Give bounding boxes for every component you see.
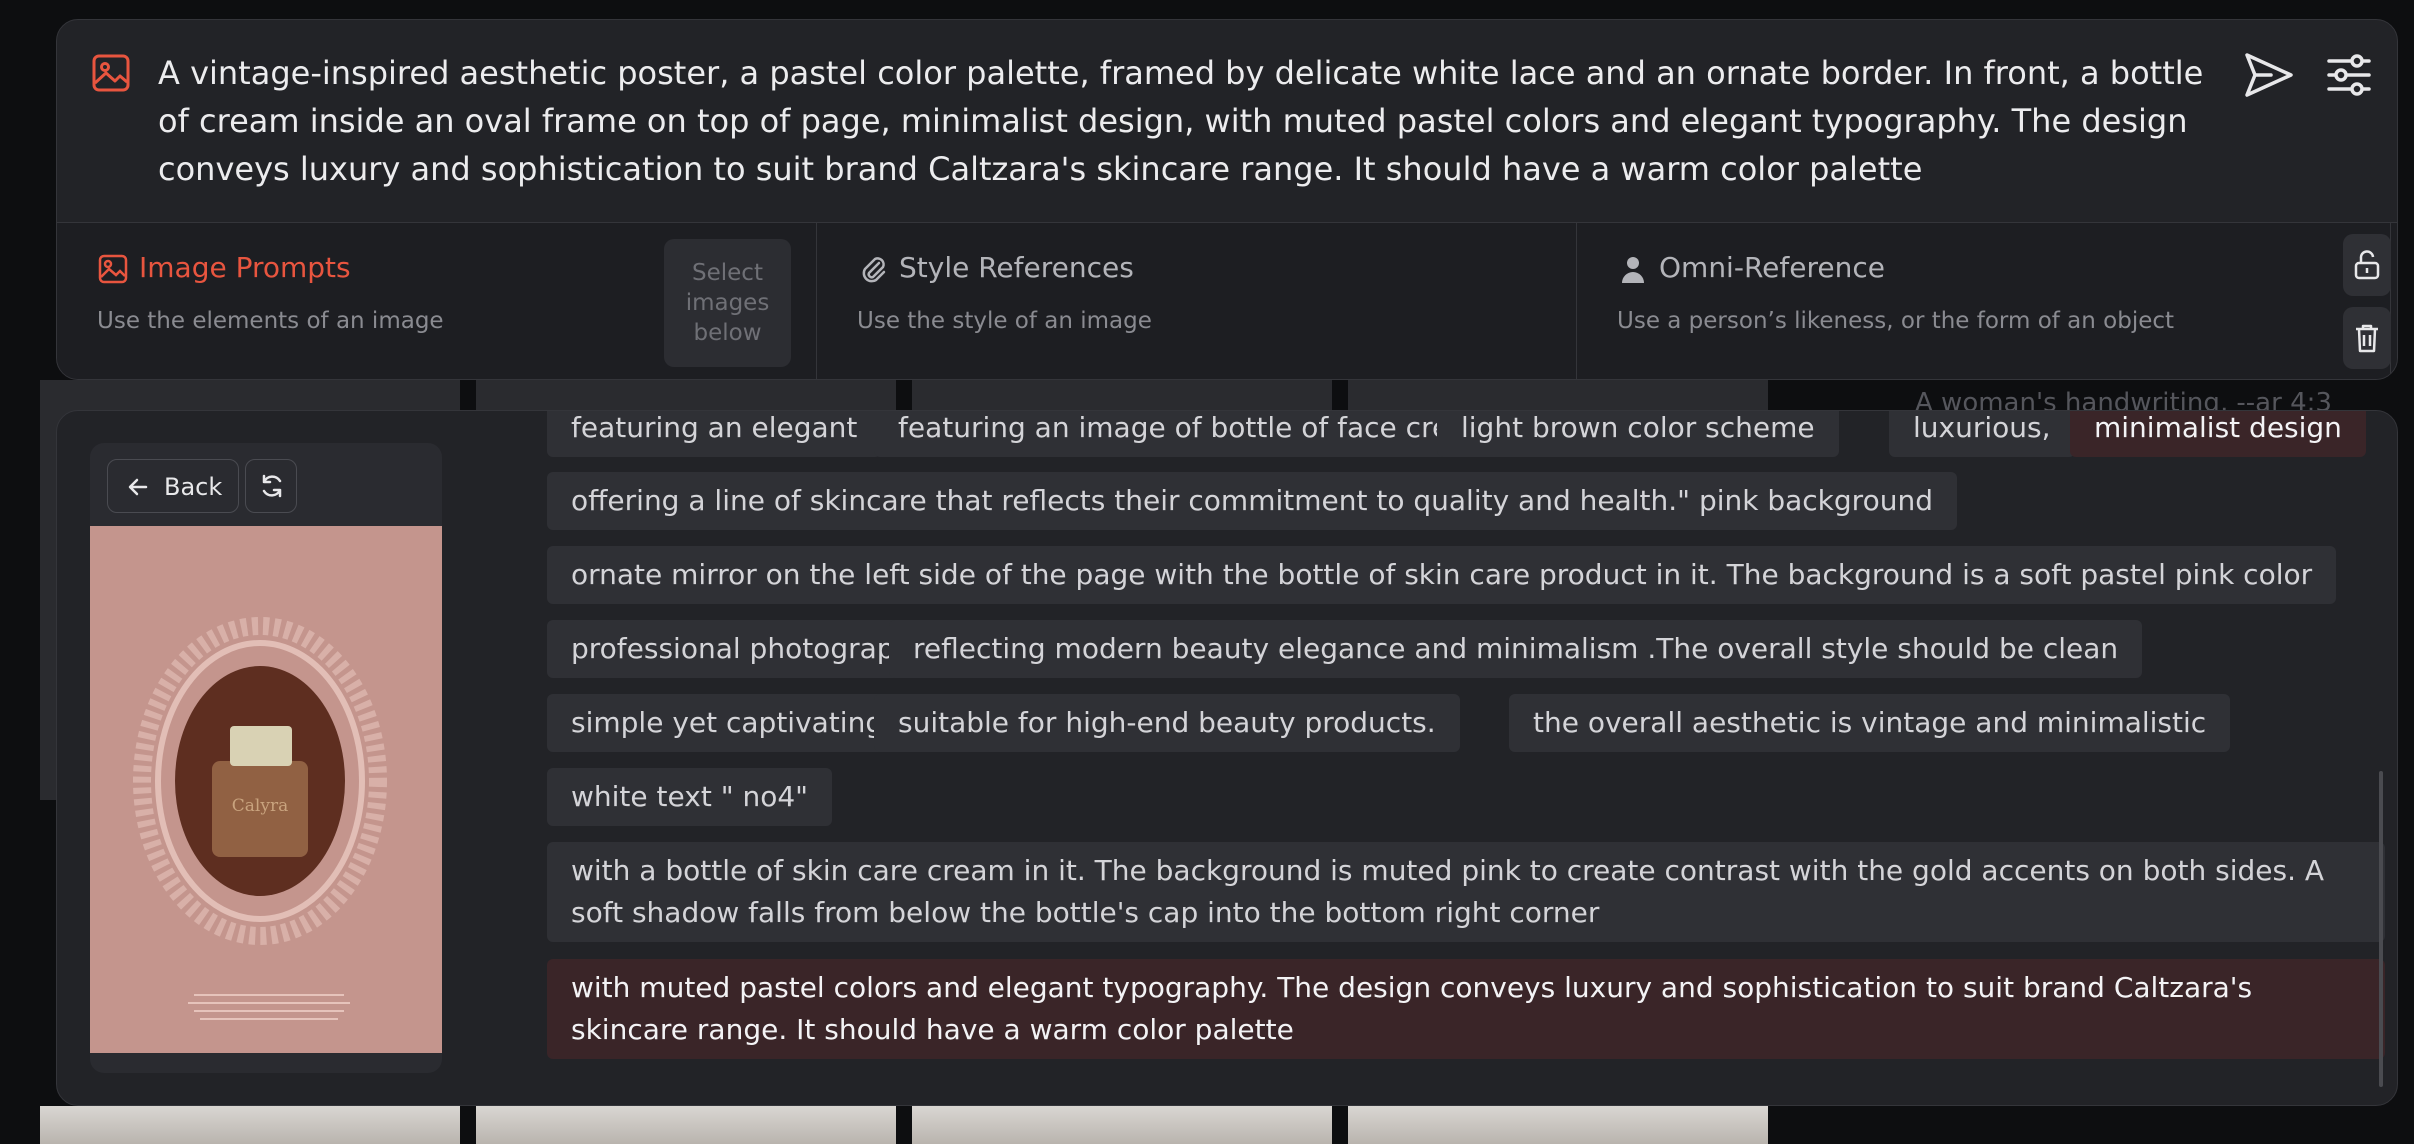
omni-reference-card[interactable]: Omni-Reference Use a person’s likeness, … bbox=[1577, 223, 2391, 379]
style-references-title: Style References bbox=[899, 251, 1134, 284]
paperclip-icon bbox=[862, 257, 886, 283]
suggestion-chip[interactable]: luxurious, bbox=[1889, 411, 2075, 457]
bottle-label: Calyra bbox=[232, 796, 288, 816]
style-references-subtitle: Use the style of an image bbox=[857, 308, 1152, 334]
background-thumbnail bbox=[1348, 380, 1768, 410]
unlock-button[interactable] bbox=[2343, 234, 2391, 296]
suggestion-chip[interactable]: featuring an elegant bbox=[547, 411, 882, 457]
suggestion-chip[interactable]: with a bottle of skin care cream in it. … bbox=[547, 842, 2385, 942]
refresh-button[interactable] bbox=[245, 459, 297, 513]
arrow-left-icon bbox=[128, 478, 148, 496]
suggestion-chip[interactable]: reflecting modern beauty elegance and mi… bbox=[889, 620, 2143, 678]
send-icon[interactable] bbox=[2241, 47, 2297, 103]
suggestion-chip[interactable]: ornate mirror on the left side of the pa… bbox=[547, 546, 2337, 604]
background-thumbnail bbox=[476, 1106, 896, 1144]
delete-button[interactable] bbox=[2343, 307, 2391, 369]
back-label: Back bbox=[164, 473, 223, 501]
select-images-button[interactable]: Select images below bbox=[664, 239, 791, 367]
preview-image[interactable]: Calyra bbox=[90, 526, 442, 1053]
background-thumbnail bbox=[476, 380, 896, 410]
suggestion-chip[interactable]: the overall aesthetic is vintage and min… bbox=[1509, 694, 2231, 752]
trash-icon bbox=[2356, 324, 2378, 353]
omni-reference-title: Omni-Reference bbox=[1659, 251, 1885, 284]
prompt-input[interactable]: A vintage-inspired aesthetic poster, a p… bbox=[158, 49, 2238, 193]
image-prompts-card[interactable]: Image Prompts Use the elements of an ima… bbox=[57, 223, 817, 379]
back-button[interactable]: Back bbox=[107, 459, 239, 513]
image-icon bbox=[92, 54, 130, 92]
image-prompts-title: Image Prompts bbox=[139, 251, 351, 284]
suggestion-chip[interactable]: offering a line of skincare that reflect… bbox=[547, 472, 1957, 530]
background-thumbnail bbox=[912, 380, 1332, 410]
refresh-icon bbox=[262, 474, 282, 498]
suggestion-chip-selected[interactable]: with muted pastel colors and elegant typ… bbox=[547, 959, 2385, 1059]
suggestions-panel: Calyra Back featuring an elegant featuri… bbox=[56, 410, 2398, 1106]
background-thumbnail bbox=[40, 1106, 460, 1144]
person-icon bbox=[1622, 257, 1644, 283]
suggestion-chip[interactable]: suitable for high-end beauty products. bbox=[874, 694, 1460, 752]
suggestion-chip-selected[interactable]: minimalist design bbox=[2070, 411, 2366, 457]
image-preview-card: Calyra Back bbox=[90, 443, 442, 1073]
poster-illustration: Calyra bbox=[90, 526, 442, 1053]
unlock-icon bbox=[2354, 250, 2380, 280]
omni-reference-subtitle: Use a person’s likeness, or the form of … bbox=[1617, 308, 2175, 334]
suggestion-chip[interactable]: simple yet captivating. bbox=[547, 694, 916, 752]
prompt-panel: A vintage-inspired aesthetic poster, a p… bbox=[56, 19, 2398, 380]
suggestion-chip[interactable]: white text " no4" bbox=[547, 768, 833, 826]
image-icon bbox=[98, 254, 128, 284]
suggestion-chip[interactable]: featuring an image of bottle of face cre… bbox=[874, 411, 1518, 457]
settings-sliders-icon[interactable] bbox=[2323, 49, 2375, 101]
image-prompts-subtitle: Use the elements of an image bbox=[97, 308, 444, 334]
scrollbar-thumb[interactable] bbox=[2379, 771, 2383, 1087]
style-references-card[interactable]: Style References Use the style of an ima… bbox=[817, 223, 1577, 379]
reference-row: Image Prompts Use the elements of an ima… bbox=[57, 222, 2397, 379]
suggestion-chip[interactable]: light brown color scheme bbox=[1437, 411, 1839, 457]
background-thumbnail bbox=[1348, 1106, 1768, 1144]
background-thumbnail bbox=[912, 1106, 1332, 1144]
